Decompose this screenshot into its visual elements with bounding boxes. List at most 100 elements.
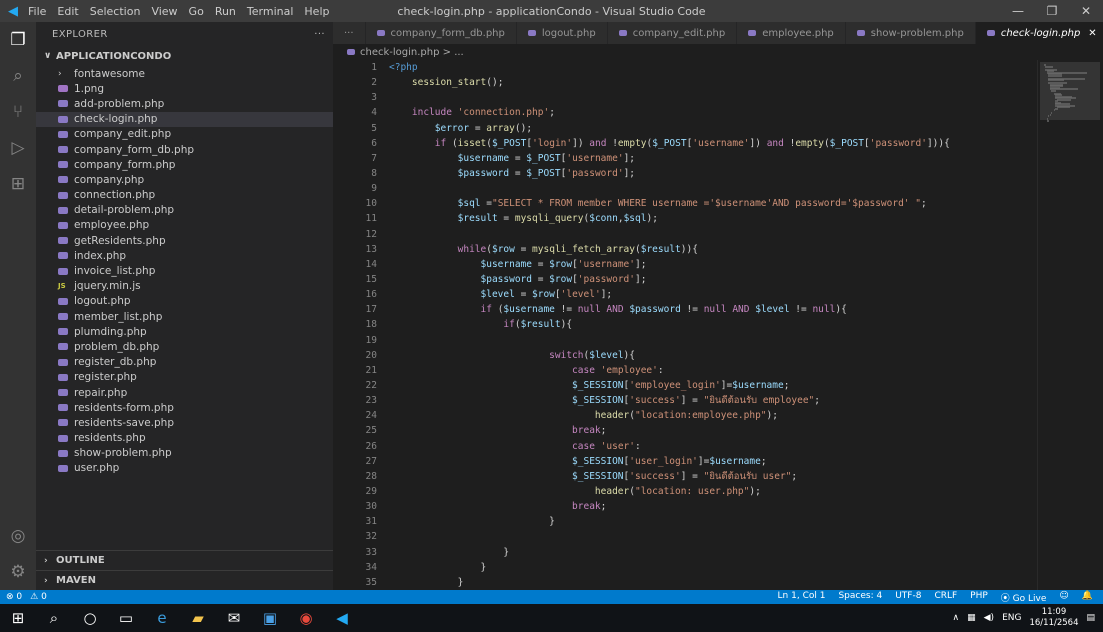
tab-company-form-db-php[interactable]: company_form_db.php (365, 22, 517, 44)
code-line[interactable]: 22 $_SESSION['employee_login']=$username… (333, 378, 1033, 393)
explorer-icon[interactable]: ❐ (0, 22, 36, 58)
source-control-icon[interactable]: ⑂ (0, 94, 36, 130)
breadcrumb[interactable]: check-login.php > ... (333, 44, 1103, 60)
outline-section[interactable]: › OUTLINE (36, 550, 333, 570)
code-line[interactable]: 14 $username = $row['username']; (333, 257, 1033, 272)
tab-logout-php[interactable]: logout.php (516, 22, 608, 44)
status-item[interactable]: Ln 1, Col 1 (778, 591, 826, 604)
run-debug-icon[interactable]: ▷ (0, 130, 36, 166)
file-tree-item[interactable]: plumding.php (36, 324, 333, 339)
code-line[interactable]: 12 (333, 227, 1033, 242)
file-tree-item[interactable]: register.php (36, 370, 333, 385)
file-tree-item[interactable]: connection.php (36, 188, 333, 203)
code-line[interactable]: 28 $_SESSION['success'] = "ยินดีต้อนรับ … (333, 469, 1033, 484)
file-tree-item[interactable]: residents.php (36, 431, 333, 446)
edge-icon[interactable]: e (144, 604, 180, 632)
menu-run[interactable]: Run (215, 5, 236, 18)
code-line[interactable]: 5 $error = array(); (333, 121, 1033, 136)
status-item[interactable]: ☺ (1059, 591, 1068, 604)
status-item[interactable]: CRLF (934, 591, 957, 604)
menu-edit[interactable]: Edit (57, 5, 78, 18)
file-tree-item[interactable]: register_db.php (36, 355, 333, 370)
code-line[interactable]: 11 $result = mysqli_query($conn,$sql); (333, 211, 1033, 226)
code-line[interactable]: 8 $password = $_POST['password']; (333, 166, 1033, 181)
file-tree-item[interactable]: residents-save.php (36, 415, 333, 430)
file-tree-item[interactable]: check-login.php (36, 111, 333, 127)
menu-file[interactable]: File (28, 5, 46, 18)
file-explorer-icon[interactable]: ▰ (180, 604, 216, 632)
tab-employee-php[interactable]: employee.php (737, 22, 846, 44)
file-tree-item[interactable]: problem_db.php (36, 339, 333, 354)
file-tree-item[interactable]: show-problem.php (36, 446, 333, 461)
notification-icon[interactable]: ▤ (1086, 613, 1095, 623)
warnings-indicator[interactable]: ⚠ 0 (30, 592, 47, 602)
tab-check-login-php[interactable]: check-login.php ✕ (975, 22, 1103, 44)
status-item[interactable]: ⦿ Go Live (1001, 591, 1047, 604)
tab-company-edit-php[interactable]: company_edit.php (607, 22, 738, 44)
code-line[interactable]: 18 if($result){ (333, 317, 1033, 332)
status-item[interactable]: UTF-8 (895, 591, 921, 604)
code-line[interactable]: 21 case 'employee': (333, 363, 1033, 378)
code-line[interactable]: 10 $sql ="SELECT * FROM member WHERE use… (333, 196, 1033, 211)
file-tree-item[interactable]: member_list.php (36, 309, 333, 324)
windows-start-icon[interactable]: ⊞ (0, 604, 36, 632)
status-item[interactable]: Spaces: 4 (838, 591, 882, 604)
code-line[interactable]: 6 if (isset($_POST['login']) and !empty(… (333, 136, 1033, 151)
code-line[interactable]: 27 $_SESSION['user_login']=$username; (333, 454, 1033, 469)
network-icon[interactable]: ▦ (967, 613, 976, 623)
file-tree-item[interactable]: company_form.php (36, 157, 333, 172)
code-line[interactable]: 24 header("location:employee.php"); (333, 408, 1033, 423)
cortana-icon[interactable]: ○ (72, 604, 108, 632)
code-line[interactable]: 9 (333, 181, 1033, 196)
account-icon[interactable]: ◎ (0, 518, 36, 554)
code-line[interactable]: 3 (333, 90, 1033, 105)
menu-terminal[interactable]: Terminal (247, 5, 294, 18)
errors-indicator[interactable]: ⊗ 0 (6, 592, 22, 602)
clock[interactable]: 11:09 16/11/2564 (1029, 607, 1078, 629)
search-icon[interactable]: ⌕ (0, 58, 36, 94)
chrome-icon[interactable]: ◉ (288, 604, 324, 632)
file-tree-item[interactable]: add-problem.php (36, 96, 333, 111)
language-indicator[interactable]: ENG (1002, 613, 1021, 623)
code-line[interactable]: 33 } (333, 545, 1033, 560)
explorer-more-icon[interactable]: ··· (314, 29, 325, 40)
code-editor[interactable]: 1 <?php 2 session_start(); 3 4 include 'conn… (333, 60, 1033, 590)
file-tree-item[interactable]: repair.php (36, 385, 333, 400)
file-tree-item[interactable]: index.php (36, 248, 333, 263)
code-line[interactable]: 26 case 'user': (333, 439, 1033, 454)
maven-section[interactable]: › MAVEN (36, 570, 333, 590)
tab-show-problem-php[interactable]: show-problem.php (845, 22, 976, 44)
code-line[interactable]: 17 if ($username != null AND $password !… (333, 302, 1033, 317)
menu-help[interactable]: Help (304, 5, 329, 18)
file-tree-item[interactable]: detail-problem.php (36, 203, 333, 218)
minimize-button[interactable]: — (1001, 0, 1035, 22)
code-line[interactable]: 13 while($row = mysqli_fetch_array($resu… (333, 242, 1033, 257)
project-folder-header[interactable]: ∨ APPLICATIONCONDO (36, 46, 333, 66)
status-item[interactable]: 🔔 (1082, 591, 1093, 604)
tray-chevron-icon[interactable]: ∧ (953, 613, 960, 623)
file-tree-item[interactable]: JS jquery.min.js (36, 279, 333, 294)
code-line[interactable]: 23 $_SESSION['success'] = "ยินดีต้อนรับ … (333, 393, 1033, 408)
code-line[interactable]: 34 } (333, 560, 1033, 575)
code-line[interactable]: 31 } (333, 514, 1033, 529)
code-line[interactable]: 20 switch($level){ (333, 348, 1033, 363)
extensions-icon[interactable]: ⊞ (0, 166, 36, 202)
file-tree-item[interactable]: getResidents.php (36, 233, 333, 248)
maximize-button[interactable]: ❐ (1035, 0, 1069, 22)
vscode-icon[interactable]: ◀ (324, 604, 360, 632)
app-icon[interactable]: ▣ (252, 604, 288, 632)
search-icon[interactable]: ⌕ (36, 604, 72, 632)
tab-overflow[interactable]: ··· (333, 22, 366, 44)
minimap[interactable] (1037, 60, 1103, 590)
manage-gear-icon[interactable]: ⚙ (0, 554, 36, 590)
menu-go[interactable]: Go (189, 5, 204, 18)
file-tree-item[interactable]: invoice_list.php (36, 263, 333, 278)
code-line[interactable]: 15 $password = $row['password']; (333, 272, 1033, 287)
code-line[interactable]: 32 (333, 529, 1033, 544)
file-tree-item[interactable]: 1.png (36, 81, 333, 96)
close-tab-icon[interactable]: ✕ (1088, 28, 1096, 39)
code-line[interactable]: 29 header("location: user.php"); (333, 484, 1033, 499)
code-line[interactable]: 1 <?php (333, 60, 1033, 75)
code-line[interactable]: 35 } (333, 575, 1033, 590)
close-window-button[interactable]: ✕ (1069, 0, 1103, 22)
